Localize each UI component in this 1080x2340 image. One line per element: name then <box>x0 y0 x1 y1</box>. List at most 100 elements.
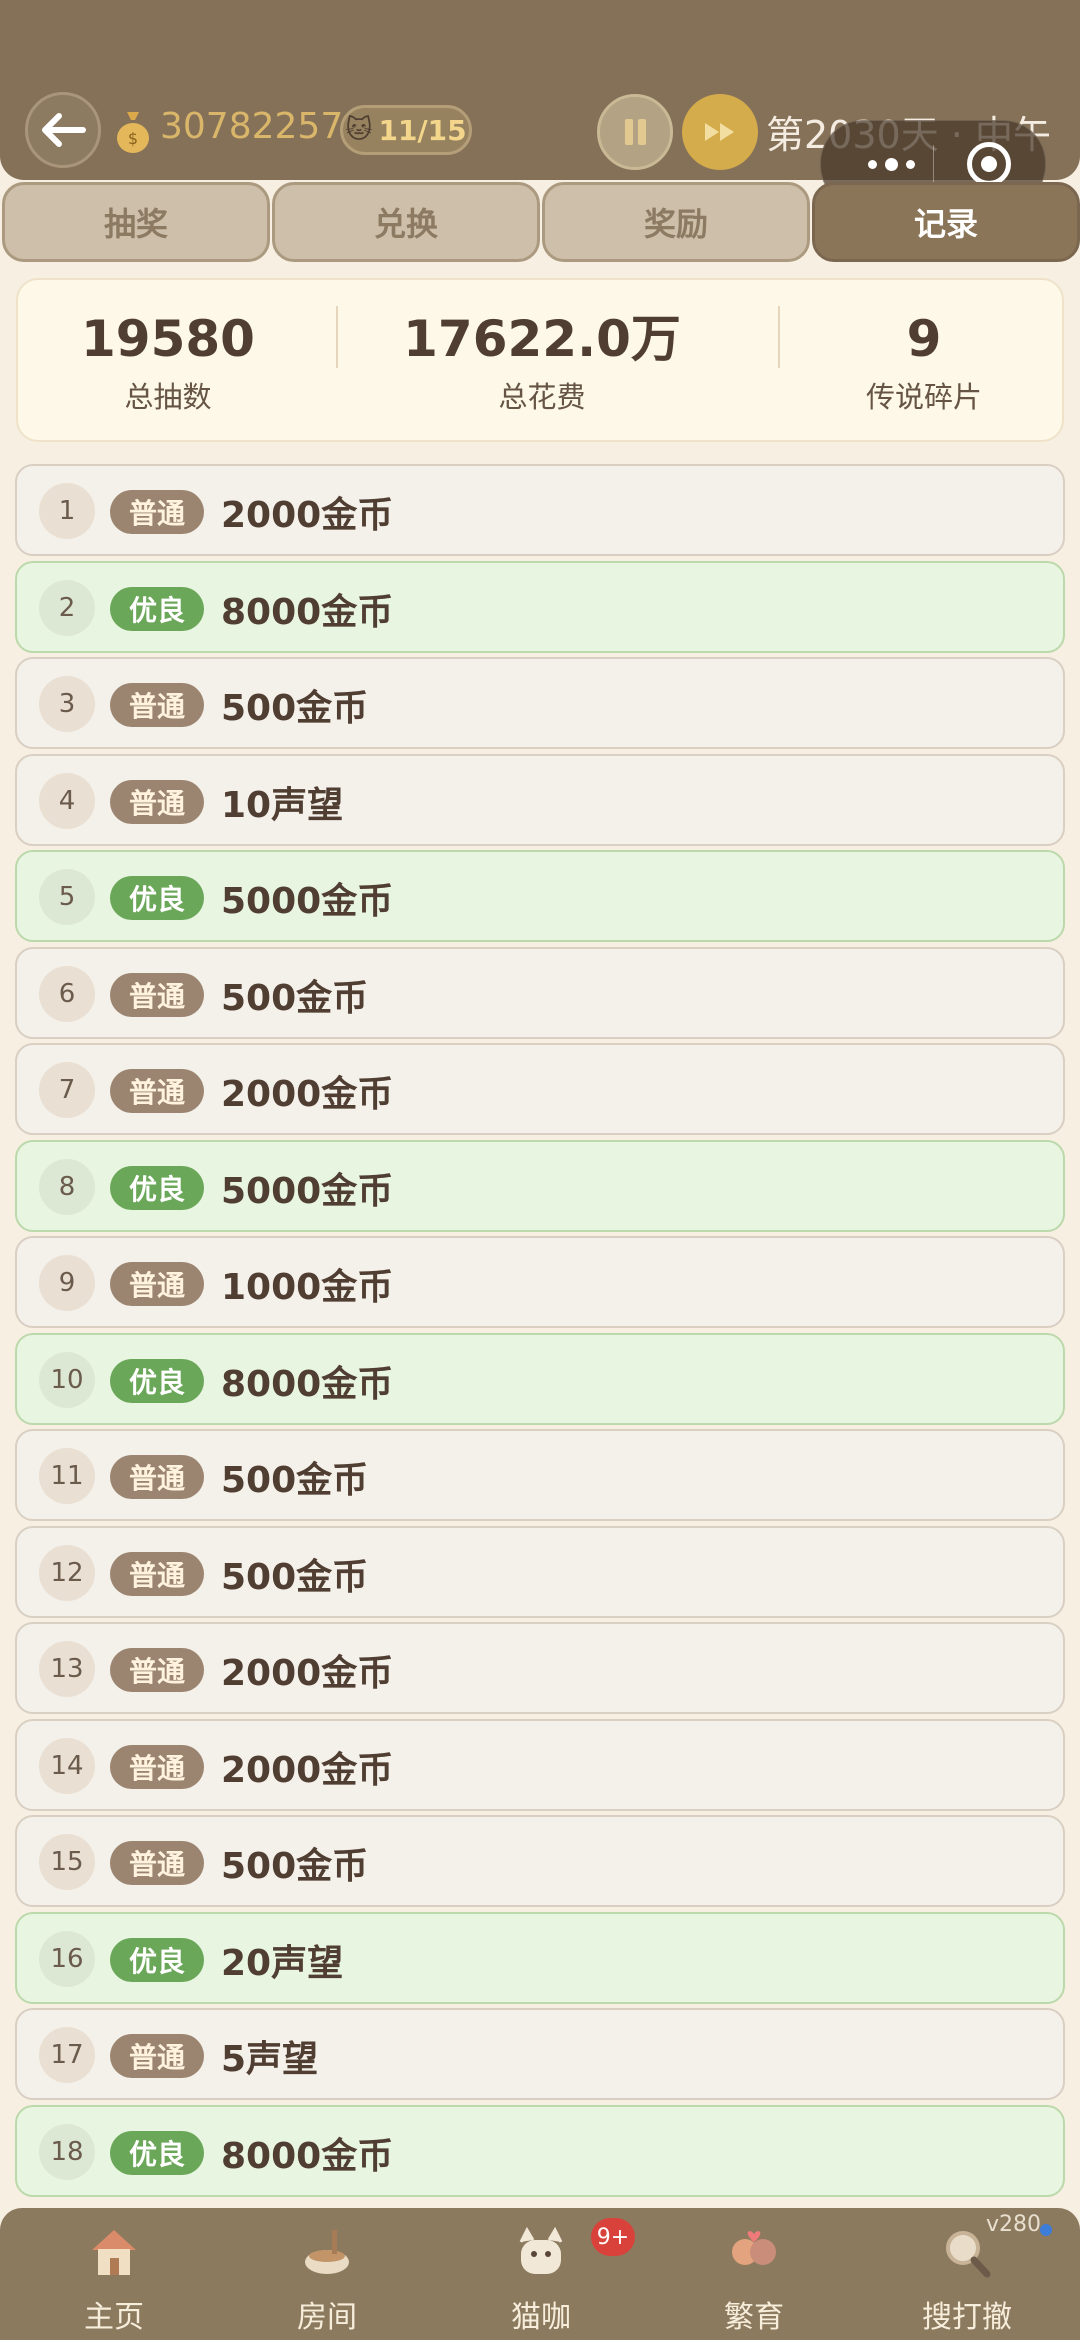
record-row: 7 普通 2000金币 <box>15 1043 1065 1135</box>
nav-label: 搜打撤 <box>922 2300 1012 2335</box>
record-row: 12 普通 500金币 <box>15 1525 1065 1618</box>
capsule-divider <box>933 145 934 185</box>
record-index: 13 <box>39 1641 95 1697</box>
nav-room[interactable]: 房间 <box>257 2222 397 2335</box>
rarity-badge: 普通 <box>110 1551 204 1596</box>
stat-value: 17622.0万 <box>403 310 681 368</box>
record-index: 8 <box>39 1158 95 1215</box>
cat-couple-icon <box>732 2231 776 2265</box>
record-index: 11 <box>39 1448 95 1504</box>
reward-text: 8000金币 <box>221 1363 394 1405</box>
rarity-badge: 普通 <box>110 1069 204 1113</box>
cafe-notification-badge: 9+ <box>591 2218 635 2256</box>
nav-label: 主页 <box>84 2300 144 2335</box>
tab-rewards[interactable]: 奖励 <box>542 182 810 262</box>
record-row: 3 普通 500金币 <box>15 657 1065 749</box>
rarity-badge: 普通 <box>110 972 204 1017</box>
record-index: 15 <box>39 1834 95 1890</box>
pause-icon-bar <box>637 119 646 145</box>
record-index: 7 <box>39 1062 95 1118</box>
nav-label: 猫咖 <box>511 2300 571 2335</box>
nav-home[interactable]: 主页 <box>44 2222 184 2335</box>
reward-text: 2000金币 <box>221 1653 394 1694</box>
record-index: 5 <box>39 869 95 925</box>
rarity-badge: 普通 <box>110 1455 204 1499</box>
back-button[interactable] <box>25 92 101 168</box>
fast-forward-button[interactable] <box>682 94 758 170</box>
record-row: 17 普通 5声望 <box>15 2008 1065 2100</box>
cat-face-icon: 🐱 <box>345 115 373 145</box>
record-row: 6 普通 500金币 <box>15 946 1065 1039</box>
reward-text: 1000金币 <box>221 1267 394 1308</box>
bowl-icon <box>305 2230 349 2274</box>
nav-label: 房间 <box>297 2300 357 2335</box>
rarity-badge: 普通 <box>110 490 204 534</box>
stat-total-cost: 17622.0万 总花费 <box>342 308 742 416</box>
pause-icon <box>624 119 633 145</box>
record-index: 16 <box>39 1930 95 1987</box>
tab-exchange[interactable]: 兑换 <box>272 182 540 262</box>
stat-value: 19580 <box>81 310 255 368</box>
nav-search-fight-retreat[interactable]: 搜打撤 <box>897 2222 1037 2335</box>
record-row: 2 优良 8000金币 <box>15 560 1065 653</box>
arrow-left-icon <box>42 113 86 147</box>
record-row: 8 优良 5000金币 <box>15 1139 1065 1232</box>
nav-label: 繁育 <box>724 2300 784 2335</box>
reward-text: 5000金币 <box>221 881 394 922</box>
rarity-badge: 优良 <box>110 586 204 631</box>
rarity-badge: 普通 <box>110 1841 204 1885</box>
reward-text: 500金币 <box>221 977 369 1019</box>
rarity-badge: 普通 <box>110 1262 204 1306</box>
cat-count-badge[interactable]: 🐱 11/15 <box>340 105 472 155</box>
dot-icon <box>867 159 877 169</box>
coin-balance: 30782257 <box>160 106 344 147</box>
reward-text: 8000金币 <box>221 591 394 633</box>
money-bag-icon: $ <box>117 112 149 153</box>
cat-count: 11/15 <box>378 113 467 147</box>
reward-text: 2000金币 <box>221 1749 394 1791</box>
nav-breeding[interactable]: 繁育 <box>684 2222 824 2335</box>
rarity-badge: 普通 <box>110 779 204 824</box>
fast-forward-icon <box>705 123 734 141</box>
stats-panel: 19580 总抽数 17622.0万 总花费 9 传说碎片 <box>16 278 1064 442</box>
tab-draw[interactable]: 抽奖 <box>2 182 270 262</box>
more-menu-button[interactable] <box>851 141 931 187</box>
record-row: 14 普通 2000金币 <box>15 1718 1065 1811</box>
stat-label: 传说碎片 <box>865 380 982 414</box>
reward-text: 8000金币 <box>221 2135 394 2177</box>
cat-cup-icon <box>519 2226 563 2274</box>
record-row: 10 优良 8000金币 <box>15 1332 1065 1425</box>
dot-icon <box>905 159 915 169</box>
tab-records[interactable]: 记录 <box>812 182 1080 262</box>
rarity-badge: 普通 <box>110 1744 204 1789</box>
record-index: 10 <box>39 1351 95 1408</box>
reward-text: 2000金币 <box>221 495 394 536</box>
svg-text:$: $ <box>128 129 138 148</box>
reward-text: 5000金币 <box>221 1170 394 1212</box>
record-index: 4 <box>39 772 95 829</box>
rarity-badge: 优良 <box>110 1937 204 1982</box>
close-miniprogram-icon[interactable] <box>967 142 1011 186</box>
more-dots-icon <box>884 157 898 171</box>
rarity-badge: 优良 <box>110 876 204 920</box>
reward-text: 5声望 <box>221 2039 319 2080</box>
record-index: 2 <box>39 579 95 636</box>
record-row: 15 普通 500金币 <box>15 1815 1065 1907</box>
record-row: 16 优良 20声望 <box>15 1911 1065 2004</box>
record-row: 9 普通 1000金币 <box>15 1236 1065 1328</box>
nav-cat-cafe[interactable]: 猫咖 <box>471 2222 611 2335</box>
record-index: 14 <box>39 1737 95 1794</box>
reward-text: 500金币 <box>221 1460 369 1501</box>
record-index: 17 <box>39 2027 95 2083</box>
record-row: 5 优良 5000金币 <box>15 850 1065 942</box>
version-label: v280 <box>986 2212 1042 2237</box>
stat-legend-shards: 9 传说碎片 <box>784 308 1064 416</box>
rarity-badge: 普通 <box>110 683 204 727</box>
record-index: 1 <box>39 483 95 539</box>
pause-button[interactable] <box>597 94 673 170</box>
stat-total-draws: 19580 总抽数 <box>18 308 318 416</box>
rarity-badge: 普通 <box>110 1648 204 1692</box>
reward-text: 500金币 <box>221 1846 369 1887</box>
record-row: 18 优良 8000金币 <box>15 2104 1065 2197</box>
version-dot <box>1040 2224 1052 2236</box>
